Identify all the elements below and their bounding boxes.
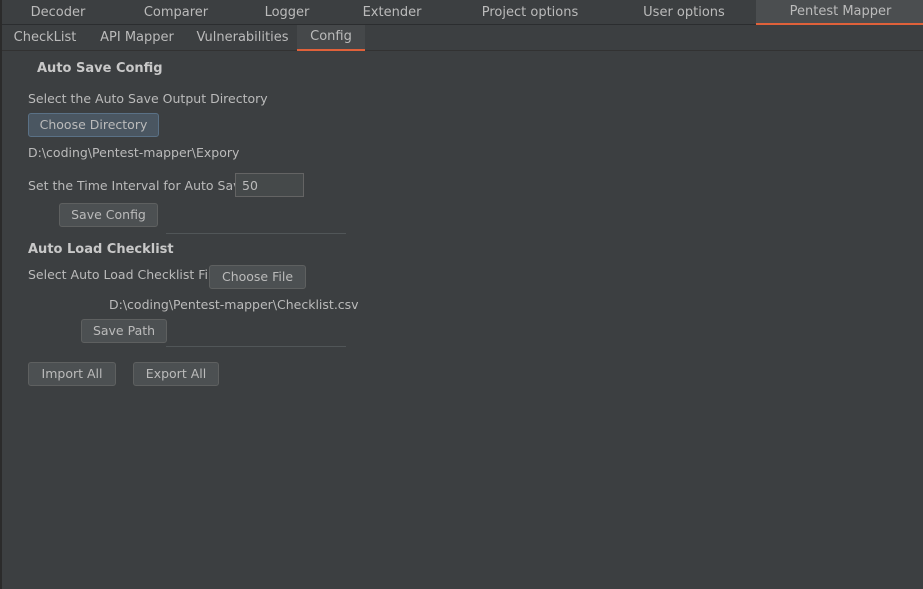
burp-window: Decoder Comparer Logger Extender Project…: [0, 0, 923, 589]
checklist-file-label: Select Auto Load Checklist File: [28, 267, 220, 282]
section-divider: [166, 346, 346, 347]
tab-api-mapper[interactable]: API Mapper: [86, 25, 188, 51]
directory-path: D:\coding\Pentest-mapper\Expory: [28, 145, 240, 160]
checklist-file-path: D:\coding\Pentest-mapper\Checklist.csv: [109, 297, 359, 312]
tab-comparer[interactable]: Comparer: [114, 0, 238, 25]
tab-decoder[interactable]: Decoder: [2, 0, 114, 25]
save-path-button[interactable]: Save Path: [81, 319, 167, 343]
tab-config[interactable]: Config: [297, 25, 365, 51]
export-all-button[interactable]: Export All: [133, 362, 219, 386]
tab-pentest-mapper[interactable]: Pentest Mapper: [756, 0, 923, 25]
main-tab-bar: Decoder Comparer Logger Extender Project…: [2, 0, 923, 25]
import-all-button[interactable]: Import All: [28, 362, 116, 386]
config-panel: Auto Save Config Select the Auto Save Ou…: [2, 51, 923, 589]
auto-load-heading: Auto Load Checklist: [28, 242, 174, 257]
tab-project-options[interactable]: Project options: [448, 0, 612, 25]
save-config-button[interactable]: Save Config: [59, 203, 158, 227]
tab-checklist[interactable]: CheckList: [4, 25, 86, 51]
directory-label: Select the Auto Save Output Directory: [28, 91, 268, 106]
interval-input[interactable]: [235, 173, 304, 197]
tab-extender[interactable]: Extender: [336, 0, 448, 25]
auto-save-heading: Auto Save Config: [37, 61, 163, 76]
sub-tab-bar: CheckList API Mapper Vulnerabilities Con…: [2, 25, 923, 51]
choose-directory-button[interactable]: Choose Directory: [28, 113, 159, 137]
tab-user-options[interactable]: User options: [612, 0, 756, 25]
section-divider: [166, 233, 346, 234]
tab-vulnerabilities[interactable]: Vulnerabilities: [188, 25, 297, 51]
choose-file-button[interactable]: Choose File: [209, 265, 306, 289]
interval-label: Set the Time Interval for Auto Save: [28, 178, 249, 193]
tab-logger[interactable]: Logger: [238, 0, 336, 25]
